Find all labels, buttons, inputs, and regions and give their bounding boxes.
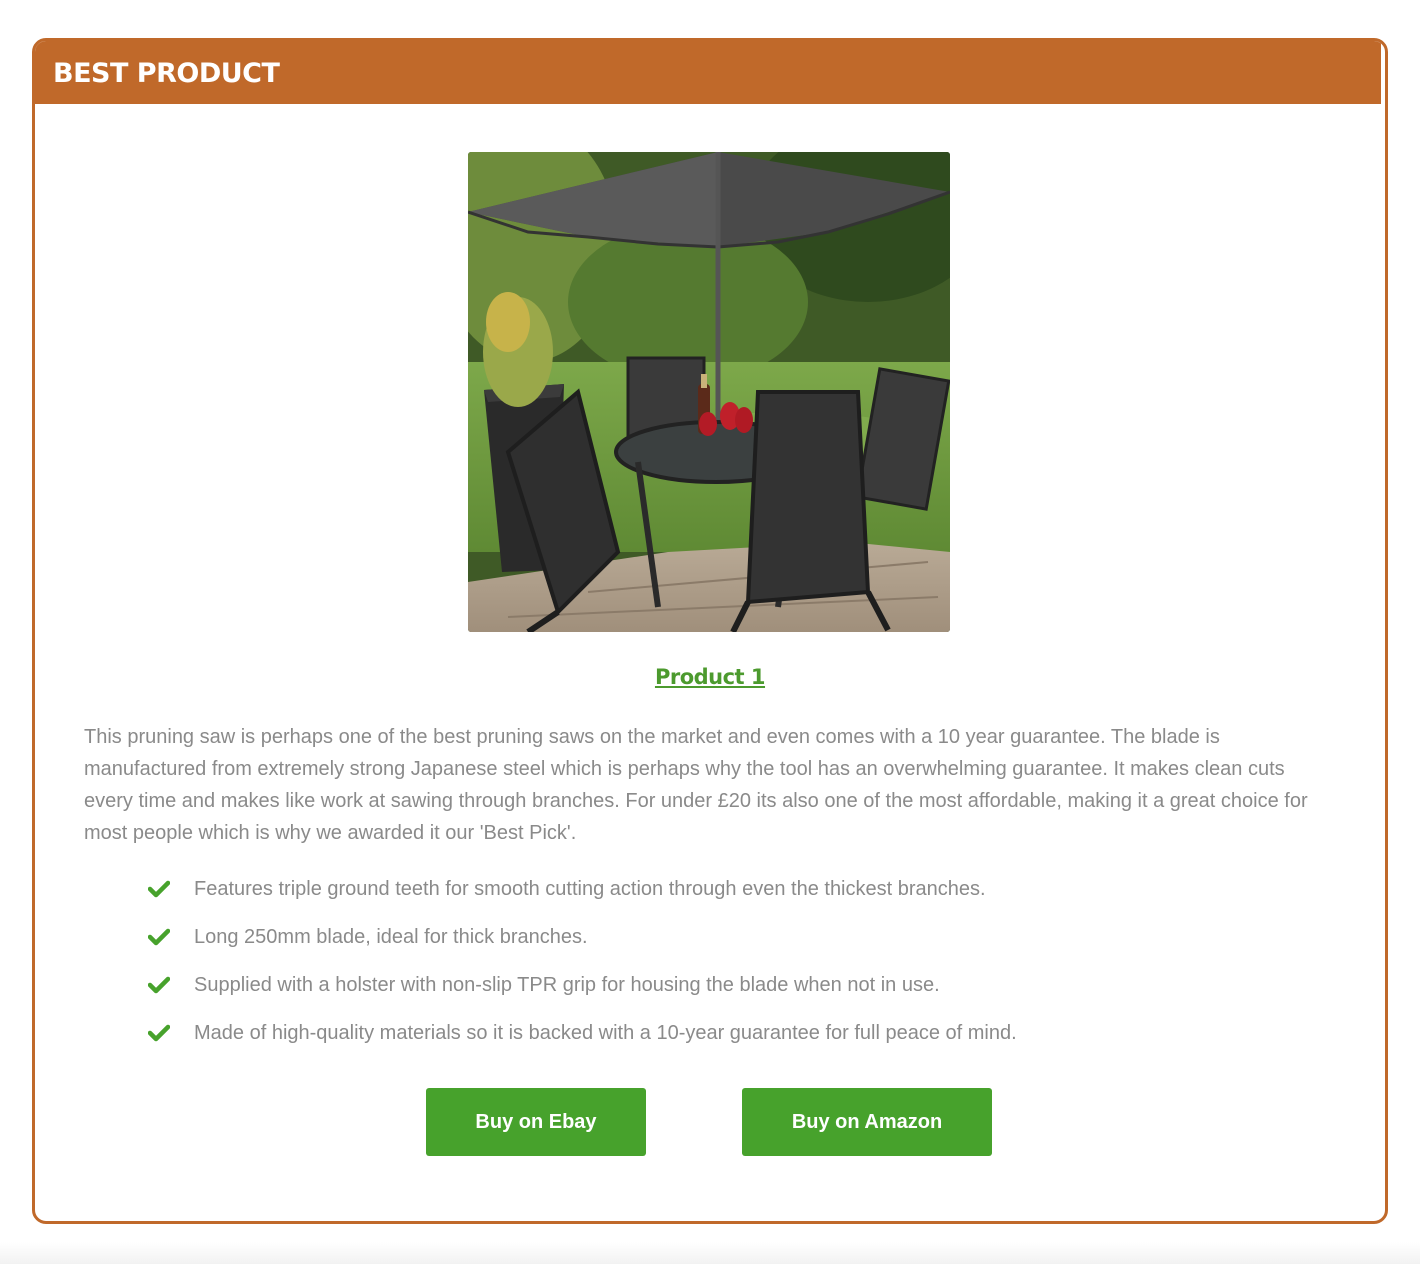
check-icon (148, 1024, 170, 1042)
best-product-card: BEST PRODUCT Product 1 This pruning saw … (32, 38, 1388, 1224)
check-icon (148, 928, 170, 946)
product-image (468, 152, 950, 632)
product-description: This pruning saw is perhaps one of the b… (84, 726, 1308, 844)
feature-text: Made of high-quality materials so it is … (194, 1021, 1017, 1044)
feature-item: Made of high-quality materials so it is … (148, 1009, 1017, 1057)
card-title: BEST PRODUCT (53, 58, 280, 89)
feature-text: Supplied with a holster with non-slip TP… (194, 973, 940, 996)
product-title-link[interactable]: Product 1 (35, 662, 1385, 692)
check-icon (148, 880, 170, 898)
buy-on-ebay-button[interactable]: Buy on Ebay (426, 1088, 646, 1156)
check-icon (148, 976, 170, 994)
page-bottom-strip (0, 1242, 1420, 1264)
feature-item: Supplied with a holster with non-slip TP… (148, 961, 1017, 1009)
feature-text: Features triple ground teeth for smooth … (194, 877, 986, 900)
buy-on-amazon-button[interactable]: Buy on Amazon (742, 1088, 992, 1156)
feature-item: Long 250mm blade, ideal for thick branch… (148, 913, 1017, 961)
card-header: BEST PRODUCT (35, 41, 1381, 104)
feature-text: Long 250mm blade, ideal for thick branch… (194, 925, 588, 948)
feature-item: Features triple ground teeth for smooth … (148, 865, 1017, 913)
feature-list: Features triple ground teeth for smooth … (148, 865, 1017, 1057)
